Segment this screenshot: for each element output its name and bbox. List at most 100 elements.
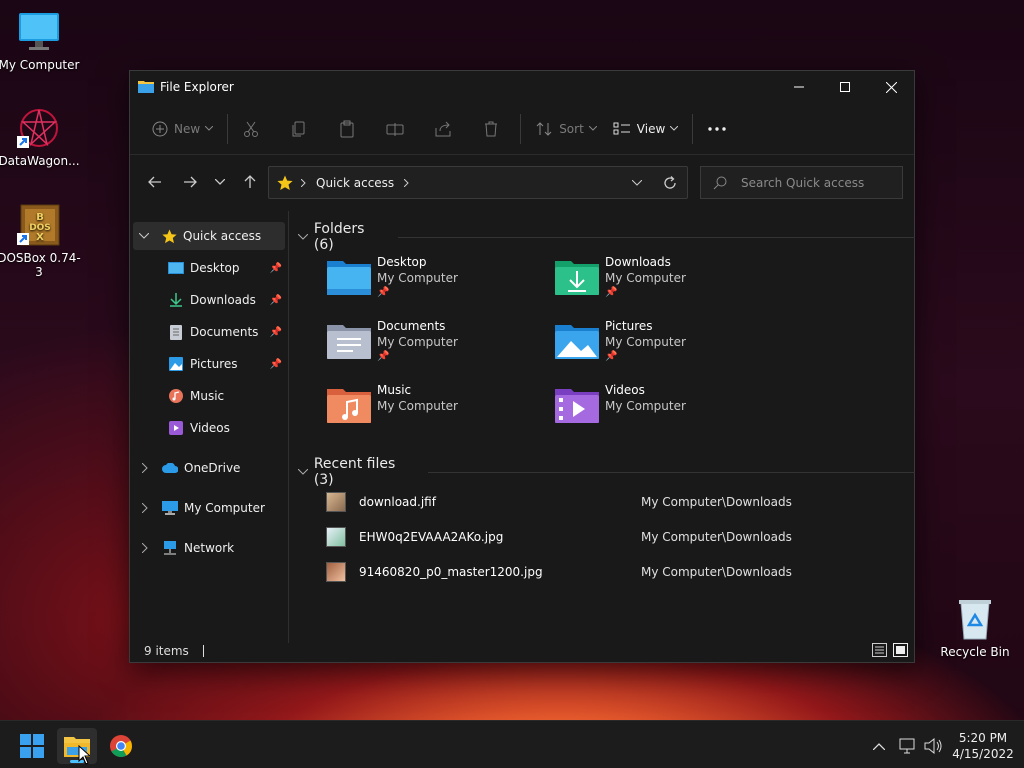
windows-logo-icon bbox=[20, 734, 44, 758]
network-icon bbox=[162, 540, 178, 556]
item-count: 9 items bbox=[144, 644, 189, 658]
rename-button[interactable] bbox=[378, 112, 412, 146]
image-thumbnail-icon bbox=[326, 492, 346, 512]
chevron-down-icon bbox=[139, 233, 149, 239]
sort-label: Sort bbox=[559, 121, 584, 136]
folder-tile-downloads[interactable]: Downloads My Computer 📌 bbox=[555, 255, 775, 311]
paste-button[interactable] bbox=[330, 112, 364, 146]
maximize-button[interactable] bbox=[822, 71, 868, 103]
desktop-icon-label: My Computer bbox=[0, 58, 80, 72]
sidebar-item-network[interactable]: Network bbox=[142, 534, 282, 562]
new-button[interactable]: New bbox=[144, 112, 221, 146]
title-bar[interactable]: File Explorer bbox=[130, 71, 914, 103]
folder-name: Videos bbox=[605, 383, 645, 397]
desktop-icon-label: DataWagon... bbox=[0, 154, 80, 168]
desktop-icon-datawagon[interactable]: DataWagon... bbox=[0, 106, 81, 168]
more-options-button[interactable] bbox=[699, 112, 735, 146]
tiles-view-button[interactable] bbox=[893, 642, 908, 660]
back-button[interactable] bbox=[140, 167, 170, 197]
sidebar-item-label: My Computer bbox=[184, 501, 265, 515]
pin-icon: 📌 bbox=[605, 351, 618, 362]
sort-button[interactable]: Sort bbox=[527, 112, 605, 146]
sidebar-item-videos[interactable]: Videos bbox=[168, 414, 288, 442]
divider bbox=[692, 113, 694, 144]
section-divider bbox=[427, 471, 915, 473]
chevron-down-icon bbox=[298, 469, 308, 475]
sort-icon bbox=[536, 121, 552, 136]
copy-button[interactable] bbox=[282, 112, 316, 146]
details-view-button[interactable] bbox=[872, 642, 887, 660]
window-title: File Explorer bbox=[160, 80, 234, 94]
chevron-right-icon bbox=[142, 503, 148, 513]
address-bar[interactable]: Quick access bbox=[268, 166, 688, 199]
ellipsis-icon bbox=[708, 126, 726, 131]
file-explorer-window: File Explorer New Sort View Quick access… bbox=[129, 70, 916, 663]
recycle-bin-icon bbox=[953, 597, 997, 641]
volume-button[interactable] bbox=[918, 728, 948, 764]
address-location: Quick access bbox=[316, 175, 395, 190]
share-button[interactable] bbox=[426, 112, 460, 146]
taskbar-file-explorer[interactable] bbox=[57, 728, 97, 764]
delete-button[interactable] bbox=[474, 112, 508, 146]
up-button[interactable] bbox=[235, 167, 265, 197]
folder-tile-desktop[interactable]: Desktop My Computer 📌 bbox=[327, 255, 547, 311]
share-icon bbox=[435, 121, 451, 136]
folder-location: My Computer bbox=[377, 335, 458, 349]
recent-file-row[interactable]: 91460820_p0_master1200.jpg My Computer\D… bbox=[326, 559, 886, 585]
desktop-folder-icon bbox=[327, 261, 371, 295]
folder-name: Desktop bbox=[377, 255, 427, 269]
details-view-icon bbox=[872, 642, 887, 657]
folder-tile-music[interactable]: Music My Computer bbox=[327, 383, 547, 439]
folder-name: Downloads bbox=[605, 255, 671, 269]
recent-file-row[interactable]: download.jfif My Computer\Downloads bbox=[326, 489, 886, 515]
recent-file-row[interactable]: EHW0q2EVAAA2AKo.jpg My Computer\Download… bbox=[326, 524, 886, 550]
pin-icon: 📌 bbox=[605, 287, 618, 298]
picture-icon bbox=[168, 356, 184, 372]
folder-location: My Computer bbox=[605, 271, 686, 285]
desktop-icon-dosbox[interactable]: B DOS X DOSBox 0.74-3 bbox=[0, 203, 81, 279]
folders-section-header[interactable]: Folders (6) bbox=[298, 221, 916, 253]
clock[interactable]: 5:20 PM 4/15/2022 bbox=[950, 728, 1016, 764]
downloads-folder-icon bbox=[555, 261, 599, 295]
folder-tile-documents[interactable]: Documents My Computer 📌 bbox=[327, 319, 547, 375]
folder-tile-videos[interactable]: Videos My Computer bbox=[555, 383, 775, 439]
start-button[interactable] bbox=[12, 728, 52, 764]
navigation-pane: Quick access Desktop 📌 Downloads 📌 Docum… bbox=[130, 211, 289, 643]
tiles-view-icon bbox=[893, 642, 908, 657]
desktop-icon-my-computer[interactable]: My Computer bbox=[0, 10, 81, 72]
address-dropdown-button[interactable] bbox=[621, 167, 653, 198]
sidebar-item-downloads[interactable]: Downloads 📌 bbox=[168, 286, 288, 314]
pin-icon: 📌 bbox=[269, 358, 282, 370]
sidebar-item-desktop[interactable]: Desktop 📌 bbox=[168, 254, 288, 282]
sidebar-item-my-computer[interactable]: My Computer bbox=[142, 494, 282, 522]
refresh-button[interactable] bbox=[653, 167, 687, 198]
view-button[interactable]: View bbox=[605, 112, 686, 146]
recent-locations-button[interactable] bbox=[205, 167, 235, 197]
close-button[interactable] bbox=[868, 71, 914, 103]
recent-files-section-header[interactable]: Recent files (3) bbox=[298, 456, 915, 488]
show-hidden-icons-button[interactable] bbox=[862, 728, 896, 764]
sidebar-item-documents[interactable]: Documents 📌 bbox=[168, 318, 288, 346]
search-box[interactable]: Search Quick access bbox=[700, 166, 903, 199]
desktop-icon-recycle-bin[interactable]: Recycle Bin bbox=[933, 597, 1017, 659]
minimize-button[interactable] bbox=[776, 71, 822, 103]
content-pane: Folders (6) Desktop My Computer 📌 Downlo… bbox=[290, 211, 916, 643]
forward-button[interactable] bbox=[175, 167, 205, 197]
command-bar: New Sort View bbox=[130, 103, 914, 155]
chevron-right-icon bbox=[301, 178, 306, 187]
desktop-folder-icon bbox=[168, 260, 184, 276]
star-icon bbox=[277, 175, 293, 190]
cut-button[interactable] bbox=[234, 112, 268, 146]
pin-icon: 📌 bbox=[269, 326, 282, 338]
sidebar-item-label: OneDrive bbox=[184, 461, 241, 475]
sidebar-item-music[interactable]: Music bbox=[168, 382, 288, 410]
sidebar-item-pictures[interactable]: Pictures 📌 bbox=[168, 350, 288, 378]
sidebar-item-quick-access[interactable]: Quick access bbox=[133, 222, 285, 250]
videos-folder-icon bbox=[555, 389, 599, 423]
sidebar-item-onedrive[interactable]: OneDrive bbox=[142, 454, 282, 482]
recent-file-name: 91460820_p0_master1200.jpg bbox=[359, 565, 543, 579]
taskbar-chrome[interactable] bbox=[101, 728, 141, 764]
chevron-right-icon bbox=[142, 543, 148, 553]
sidebar-item-label: Network bbox=[184, 541, 235, 555]
folder-tile-pictures[interactable]: Pictures My Computer 📌 bbox=[555, 319, 775, 375]
